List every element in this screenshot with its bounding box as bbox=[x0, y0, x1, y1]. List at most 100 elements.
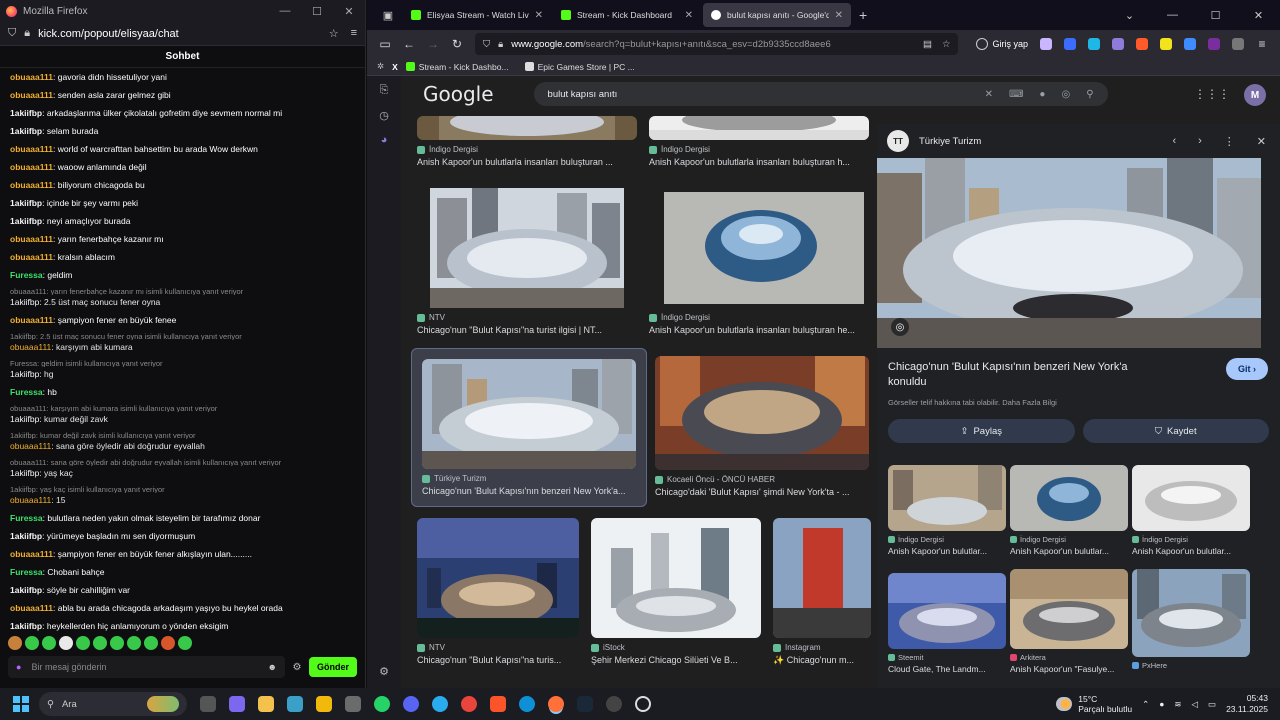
ai-chat-icon[interactable]: ✲ bbox=[377, 61, 384, 72]
chat-username[interactable]: 1akiifbp bbox=[10, 297, 39, 307]
google-logo[interactable]: Google bbox=[423, 82, 494, 106]
minimize-button[interactable]: — bbox=[269, 5, 301, 18]
chat-username[interactable]: 1akiifbp bbox=[10, 126, 42, 136]
bookmark-epic-games[interactable]: Epic Games Store | PC ... bbox=[524, 62, 635, 72]
x-icon[interactable]: X bbox=[392, 62, 398, 72]
reply-context[interactable]: 1akiifbp: yaş kaç isimli kullanıcıya yan… bbox=[10, 482, 355, 493]
result-caption[interactable]: Chicago'nun "Bulut Kapısı"na turist ilgi… bbox=[417, 325, 637, 335]
copilot-icon[interactable] bbox=[229, 696, 245, 712]
menu-icon[interactable]: ≡ bbox=[1250, 37, 1274, 51]
result-thumbnail[interactable] bbox=[591, 518, 761, 638]
firefox-icon[interactable] bbox=[548, 696, 564, 712]
related-image[interactable]: İndigo Dergisi Anish Kapoor'un bulutlar.… bbox=[1132, 465, 1250, 556]
chat-username[interactable]: 1akiifbp bbox=[10, 621, 42, 631]
result-thumbnail[interactable] bbox=[417, 518, 579, 638]
bookmark-star-icon[interactable]: ☆ bbox=[942, 39, 951, 50]
emoji-icon[interactable]: ☻ bbox=[268, 662, 277, 672]
related-image[interactable]: İndigo Dergisi Anish Kapoor'un bulutlar.… bbox=[1010, 465, 1128, 556]
lens-icon[interactable]: ◎ bbox=[891, 318, 909, 336]
close-button[interactable]: ✕ bbox=[1237, 9, 1280, 22]
address-bar[interactable]: ⛉ 🔒︎ www.google.com /search?q=bulut+kapı… bbox=[475, 33, 959, 55]
clear-icon[interactable]: ✕ bbox=[985, 89, 993, 100]
extension-sidebar-icon[interactable]: ◕ bbox=[381, 134, 388, 146]
emote-icon[interactable] bbox=[25, 636, 39, 650]
result-caption[interactable]: Şehir Merkezi Chicago Silüeti Ve B... bbox=[591, 655, 761, 665]
calculator-icon[interactable] bbox=[345, 696, 361, 712]
chat-username[interactable]: obuaaa111 bbox=[10, 549, 53, 559]
chat-username[interactable]: obuaaa111 bbox=[10, 342, 51, 352]
result-thumbnail[interactable] bbox=[773, 518, 871, 638]
microphone-icon[interactable]: ● bbox=[1159, 699, 1164, 709]
chat-username[interactable]: 1akiifbp bbox=[10, 198, 42, 208]
extension-icon[interactable] bbox=[1112, 38, 1124, 50]
reply-context[interactable]: obuaaa111: yarın fenerbahçe kazanır mı i… bbox=[10, 284, 355, 295]
chat-username[interactable]: obuaaa111 bbox=[10, 495, 51, 505]
edge-icon[interactable] bbox=[287, 696, 303, 712]
related-thumbnail[interactable] bbox=[888, 573, 1006, 649]
related-thumbnail[interactable] bbox=[888, 465, 1006, 531]
back-icon[interactable]: ← bbox=[397, 37, 421, 51]
chat-username[interactable]: obuaaa111 bbox=[10, 441, 51, 451]
chat-username[interactable]: obuaaa111 bbox=[10, 162, 53, 172]
result-thumbnail[interactable] bbox=[417, 116, 637, 140]
reader-view-icon[interactable]: ▤ bbox=[923, 39, 932, 50]
task-view-icon[interactable] bbox=[200, 696, 216, 712]
discord-icon[interactable] bbox=[403, 696, 419, 712]
result-thumbnail[interactable] bbox=[417, 188, 637, 308]
reply-context[interactable]: 1akiifbp: kumar değil zavk isimli kullan… bbox=[10, 428, 355, 439]
related-caption[interactable]: Anish Kapoor'un "Fasulye... bbox=[1010, 664, 1128, 674]
extension-icon[interactable] bbox=[1232, 38, 1244, 50]
reply-context[interactable]: obuaaa111: karşıyım abi kumara isimli ku… bbox=[10, 401, 355, 412]
binance-icon[interactable] bbox=[316, 696, 332, 712]
more-options-icon[interactable]: ⋮ bbox=[1224, 135, 1235, 148]
related-thumbnail[interactable] bbox=[1132, 569, 1250, 657]
related-caption[interactable]: Anish Kapoor'un bulutlar... bbox=[1132, 546, 1250, 556]
image-result[interactable]: NTV Chicago'nun "Bulut Kapısı"na turist … bbox=[417, 188, 637, 335]
chat-username[interactable]: Furessa bbox=[10, 567, 43, 577]
chat-username[interactable]: 1akiifbp bbox=[10, 216, 42, 226]
brave-icon[interactable] bbox=[490, 696, 506, 712]
microphone-icon[interactable]: ● bbox=[1039, 89, 1045, 100]
steam-icon[interactable] bbox=[577, 696, 593, 712]
image-result[interactable]: İndigo Dergisi Anish Kapoor'un bulutlarl… bbox=[417, 116, 637, 167]
emote-icon[interactable] bbox=[161, 636, 175, 650]
chrome-icon[interactable] bbox=[461, 696, 477, 712]
send-button[interactable]: Gönder bbox=[308, 657, 357, 677]
lock-icon[interactable]: 🔒︎ bbox=[24, 27, 30, 40]
chat-message-input[interactable]: ● Bir mesaj gönderin ☻ bbox=[8, 656, 285, 678]
forward-icon[interactable]: → bbox=[421, 37, 445, 51]
sign-in-button[interactable]: Giriş yap bbox=[970, 35, 1034, 53]
obs-icon[interactable] bbox=[606, 696, 622, 712]
detail-image[interactable]: ◎ bbox=[877, 158, 1261, 348]
microphone-icon[interactable]: ● bbox=[16, 662, 21, 672]
file-explorer-icon[interactable] bbox=[258, 696, 274, 712]
image-result[interactable]: Kocaeli Öncü - ÖNCÜ HABER Chicago'daki '… bbox=[655, 356, 869, 497]
chat-message-list[interactable]: obuaaa111: gavoria didn hissetuliyor yan… bbox=[0, 68, 365, 631]
extension-icon[interactable] bbox=[1160, 38, 1172, 50]
result-caption[interactable]: Anish Kapoor'un bulutlarla insanları bul… bbox=[649, 325, 869, 335]
whatsapp-icon[interactable] bbox=[374, 696, 390, 712]
chat-username[interactable]: obuaaa111 bbox=[10, 234, 53, 244]
search-query[interactable]: bulut kapısı anıtı bbox=[548, 89, 618, 100]
tab-kick-dashboard[interactable]: Stream - Kick Dashboard ✕ bbox=[553, 3, 701, 27]
result-caption[interactable]: Anish Kapoor'un bulutlarla insanları bul… bbox=[417, 157, 637, 167]
emote-icon[interactable] bbox=[42, 636, 56, 650]
extension-icon[interactable] bbox=[1208, 38, 1220, 50]
close-button[interactable]: ✕ bbox=[333, 5, 365, 18]
close-tab-icon[interactable]: ✕ bbox=[535, 10, 543, 21]
related-image[interactable]: Steemit Cloud Gate, The Landm... bbox=[888, 573, 1006, 674]
related-caption[interactable]: Cloud Gate, The Landm... bbox=[888, 664, 1006, 674]
telegram-icon[interactable] bbox=[432, 696, 448, 712]
apps-grid-icon[interactable]: ⋮⋮⋮ bbox=[1194, 87, 1230, 101]
sidebar-toggle-icon[interactable]: ▭ bbox=[373, 37, 397, 51]
save-button[interactable]: ⛉ Kaydet bbox=[1082, 419, 1269, 443]
result-thumbnail[interactable] bbox=[655, 356, 869, 470]
result-caption[interactable]: Anish Kapoor'un bulutlarla insanları bul… bbox=[649, 157, 869, 167]
weather-widget[interactable]: 15°C Parçalı bulutlu bbox=[1056, 694, 1132, 714]
reply-context[interactable]: obuaaa111: sana göre öyledir abi doğrudu… bbox=[10, 455, 355, 466]
new-tab-icon[interactable]: + bbox=[859, 7, 867, 23]
lens-icon[interactable]: ◎ bbox=[1061, 89, 1070, 100]
emote-icon[interactable] bbox=[127, 636, 141, 650]
chat-username[interactable]: obuaaa111 bbox=[10, 252, 53, 262]
extension-icon[interactable] bbox=[1040, 38, 1052, 50]
